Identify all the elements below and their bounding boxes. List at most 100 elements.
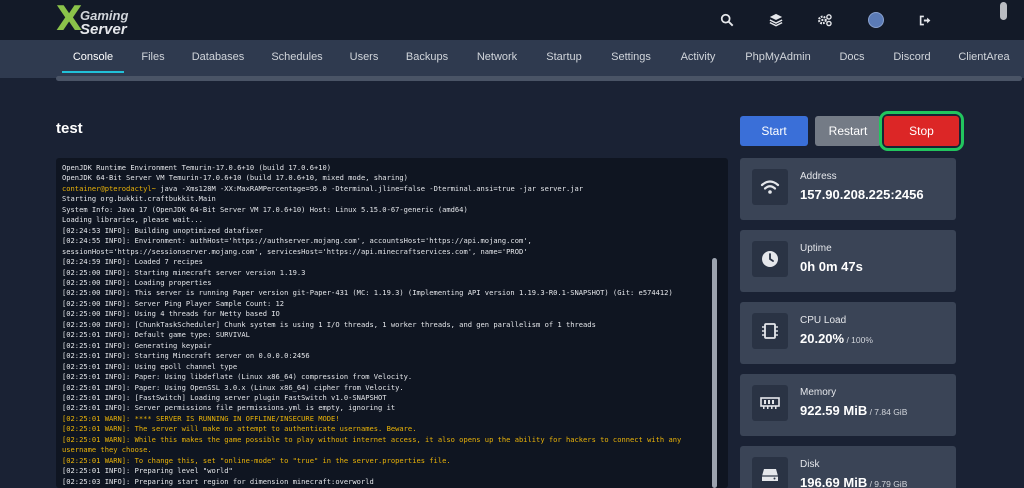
console-line: [02:25:01 WARN]: **** SERVER IS RUNNING … bbox=[62, 414, 714, 424]
console-line: [02:25:01 INFO]: Generating keypair bbox=[62, 341, 714, 351]
tab-clientarea[interactable]: ClientArea bbox=[952, 40, 1016, 74]
console-line: [02:24:59 INFO]: Loaded 7 recipes bbox=[62, 257, 714, 267]
stat-value: 0h 0m 47s bbox=[800, 259, 863, 274]
stat-value: 922.59 MiB / 7.84 GiB bbox=[800, 403, 908, 418]
search-icon[interactable] bbox=[718, 11, 736, 29]
console-line-text: System Info: Java 17 (OpenJDK 64-Bit Ser… bbox=[62, 204, 468, 214]
stat-label: Uptime bbox=[800, 243, 832, 254]
stop-button[interactable]: Stop bbox=[884, 116, 959, 146]
disk-icon bbox=[752, 457, 788, 488]
console-line: [02:25:01 INFO]: Paper: Using OpenSSL 3.… bbox=[62, 383, 714, 393]
settings-icon[interactable] bbox=[816, 11, 834, 29]
stat-card-address: Address 157.90.208.225:2456 bbox=[740, 158, 956, 220]
console-line-text: [02:25:00 INFO]: Using 4 threads for Net… bbox=[62, 309, 280, 319]
tab-schedules[interactable]: Schedules bbox=[263, 40, 331, 74]
console-line: [02:25:01 WARN]: The server will make no… bbox=[62, 424, 714, 434]
tab-backups[interactable]: Backups bbox=[399, 40, 455, 74]
console-line-text: [02:25:00 INFO]: This server is running … bbox=[62, 288, 673, 298]
stat-value: 196.69 MiB / 9.79 GiB bbox=[800, 475, 908, 488]
console-line-text: [02:25:00 INFO]: Server Ping Player Samp… bbox=[62, 298, 285, 308]
console-scrollbar[interactable] bbox=[712, 258, 717, 488]
stat-label: Memory bbox=[800, 387, 837, 398]
stat-card-uptime: Uptime 0h 0m 47s bbox=[740, 230, 956, 292]
console-line: [02:25:00 INFO]: [ChunkTaskScheduler] Ch… bbox=[62, 320, 714, 330]
page-scrollbar[interactable] bbox=[1000, 2, 1007, 20]
logo[interactable]: X Gaming Server bbox=[56, 0, 146, 39]
memory-icon bbox=[752, 385, 788, 421]
console-line-text: [02:25:01 INFO]: Paper: Using libdeflate… bbox=[62, 372, 413, 382]
active-tab-indicator bbox=[62, 71, 124, 73]
stat-label: CPU Load bbox=[800, 315, 847, 326]
stat-value: 157.90.208.225:2456 bbox=[800, 187, 924, 202]
tab-startup[interactable]: Startup bbox=[538, 40, 590, 74]
console-line: [02:25:00 INFO]: Server Ping Player Samp… bbox=[62, 299, 714, 309]
console-line: [02:24:53 INFO]: Building unoptimized da… bbox=[62, 226, 714, 236]
tab-docs[interactable]: Docs bbox=[832, 40, 872, 74]
tab-console[interactable]: Console bbox=[62, 40, 124, 74]
logout-icon[interactable] bbox=[916, 11, 934, 29]
top-bar: X Gaming Server bbox=[0, 0, 1024, 40]
console-line-text: OpenJDK 64-Bit Server VM Temurin-17.0.6+… bbox=[62, 173, 408, 183]
layers-icon[interactable] bbox=[767, 11, 785, 29]
console-line: container@pterodactyl~ java -Xms128M -XX… bbox=[62, 184, 714, 194]
console-line-text: [02:25:01 INFO]: Server permissions file… bbox=[62, 403, 396, 413]
console-line-text: [02:25:01 INFO]: Starting Minecraft serv… bbox=[62, 351, 310, 361]
console-line: [02:25:01 WARN]: To change this, set "on… bbox=[62, 456, 714, 466]
tab-files[interactable]: Files bbox=[132, 40, 174, 74]
console-line-text: [02:25:01 WARN]: The server will make no… bbox=[62, 424, 417, 434]
stat-card-cpu: CPU Load 20.20% / 100% bbox=[740, 302, 956, 364]
console-line: OpenJDK 64-Bit Server VM Temurin-17.0.6+… bbox=[62, 173, 714, 183]
clock-icon bbox=[752, 241, 788, 277]
console-line-text: [02:25:01 INFO]: [FastSwitch] Loading se… bbox=[62, 392, 387, 402]
console-line: [02:25:00 INFO]: This server is running … bbox=[62, 288, 714, 298]
console-lines: OpenJDK Runtime Environment Temurin-17.0… bbox=[62, 163, 714, 487]
start-button[interactable]: Start bbox=[740, 116, 808, 146]
tab-phpmyadmin[interactable]: PhpMyAdmin bbox=[740, 40, 816, 74]
console-line-text: [02:25:01 INFO]: Paper: Using OpenSSL 3.… bbox=[62, 382, 404, 392]
console-line-text: Starting org.bukkit.craftbukkit.Main bbox=[62, 194, 216, 204]
console-line: [02:24:55 INFO]: Environment: authHost='… bbox=[62, 236, 714, 257]
console-line: [02:25:01 INFO]: Paper: Using libdeflate… bbox=[62, 372, 714, 382]
console-output[interactable]: OpenJDK Runtime Environment Temurin-17.0… bbox=[56, 158, 728, 488]
tab-databases[interactable]: Databases bbox=[187, 40, 249, 74]
console-line: [02:25:01 INFO]: Default game type: SURV… bbox=[62, 330, 714, 340]
console-line: [02:25:01 INFO]: Preparing level "world" bbox=[62, 466, 714, 476]
console-line-text: [02:25:00 INFO]: [ChunkTaskScheduler] Ch… bbox=[62, 319, 596, 329]
console-line-text: [02:25:01 INFO]: Default game type: SURV… bbox=[62, 330, 250, 340]
console-line: [02:25:00 INFO]: Starting minecraft serv… bbox=[62, 268, 714, 278]
console-line-text: [02:25:00 INFO]: Starting minecraft serv… bbox=[62, 267, 306, 277]
logo-mark: X bbox=[56, 0, 83, 39]
console-line-text: [02:25:01 INFO]: Preparing level "world" bbox=[62, 466, 233, 476]
stat-value: 20.20% / 100% bbox=[800, 331, 873, 346]
console-line-text: [02:25:00 INFO]: Loading properties bbox=[62, 277, 212, 287]
restart-button[interactable]: Restart bbox=[815, 116, 881, 146]
tab-discord[interactable]: Discord bbox=[886, 40, 938, 74]
console-line-text: [02:25:03 INFO]: Preparing start region … bbox=[62, 476, 374, 486]
console-line: [02:25:03 INFO]: Preparing start region … bbox=[62, 477, 714, 487]
console-line: System Info: Java 17 (OpenJDK 64-Bit Ser… bbox=[62, 205, 714, 215]
avatar[interactable] bbox=[868, 12, 884, 28]
logo-line2: Server bbox=[80, 21, 127, 38]
console-line-text: [02:24:55 INFO]: Environment: authHost='… bbox=[62, 236, 537, 256]
nav-scrollbar[interactable] bbox=[56, 76, 1022, 81]
tab-settings[interactable]: Settings bbox=[603, 40, 659, 74]
nav-bar: Console Files Databases Schedules Users … bbox=[0, 40, 1024, 81]
console-line-text: [02:24:53 INFO]: Building unoptimized da… bbox=[62, 225, 263, 235]
tab-users[interactable]: Users bbox=[343, 40, 385, 74]
stat-label: Disk bbox=[800, 459, 820, 470]
console-line: Loading libraries, please wait... bbox=[62, 215, 714, 225]
console-line-text: OpenJDK Runtime Environment Temurin-17.0… bbox=[62, 163, 332, 172]
console-line-text: [02:24:59 INFO]: Loaded 7 recipes bbox=[62, 257, 203, 267]
tab-activity[interactable]: Activity bbox=[672, 40, 724, 74]
console-line-text: Loading libraries, please wait... bbox=[62, 215, 203, 225]
wifi-icon bbox=[752, 169, 788, 205]
stat-card-memory: Memory 922.59 MiB / 7.84 GiB bbox=[740, 374, 956, 436]
console-line: OpenJDK Runtime Environment Temurin-17.0… bbox=[62, 163, 714, 173]
tab-network[interactable]: Network bbox=[469, 40, 525, 74]
console-line-text: [02:25:01 INFO]: Using epoll channel typ… bbox=[62, 361, 238, 371]
console-line-text: [02:25:01 WARN]: To change this, set "on… bbox=[62, 455, 451, 465]
console-line-text: [02:25:01 WARN]: While this makes the ga… bbox=[62, 434, 686, 455]
console-line: Starting org.bukkit.craftbukkit.Main bbox=[62, 194, 714, 204]
console-line: [02:25:01 WARN]: While this makes the ga… bbox=[62, 435, 714, 456]
console-line-text: java -Xms128M -XX:MaxRAMPercentage=95.0 … bbox=[155, 183, 584, 193]
